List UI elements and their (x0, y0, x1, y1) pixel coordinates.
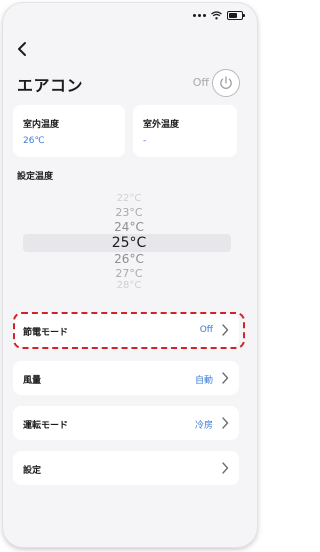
fan-speed-value: 自動 (194, 376, 213, 386)
chevron-left-icon (18, 42, 26, 56)
battery-icon (227, 10, 245, 20)
outdoor-temperature-card: 室外温度 - (133, 105, 237, 157)
operation-mode-row[interactable]: 運転モード 冷房 (13, 406, 239, 440)
fan-speed-label: 風量 (23, 376, 42, 386)
power-icon (220, 76, 232, 89)
indoor-temperature-value: 26℃ (23, 136, 45, 146)
chevron-right-icon (222, 462, 229, 474)
settings-label: 設定 (23, 466, 42, 476)
outdoor-temperature-label: 室外温度 (143, 120, 180, 130)
chevron-right-icon (222, 372, 229, 384)
setpoint-title: 設定温度 (17, 172, 54, 182)
page-title: エアコン (17, 76, 84, 95)
picker-option[interactable]: 28°C (3, 280, 255, 291)
eco-mode-value: Off (199, 325, 213, 335)
eco-mode-label: 節電モード (23, 328, 69, 338)
power-state-label: Off (192, 76, 209, 89)
picker-option[interactable]: 23°C (3, 206, 255, 219)
picker-option[interactable]: 24°C (3, 220, 255, 234)
wifi-icon (211, 10, 222, 19)
indoor-temperature-card: 室内温度 26℃ (13, 105, 125, 157)
outdoor-temperature-value: - (143, 136, 147, 146)
eco-mode-row[interactable]: 節電モード Off (13, 313, 239, 347)
operation-mode-label: 運転モード (23, 421, 69, 431)
picker-option-selected[interactable]: 25°C (3, 235, 255, 251)
app-screen: エアコン Off 室内温度 26℃ 室外温度 - 設定温度 22°C 23°C … (3, 3, 257, 547)
chevron-right-icon (222, 324, 229, 336)
indoor-temperature-label: 室内温度 (23, 120, 60, 130)
fan-speed-row[interactable]: 風量 自動 (13, 361, 239, 395)
picker-option[interactable]: 26°C (3, 252, 255, 266)
status-bar (193, 9, 245, 21)
signal-icon (193, 13, 206, 17)
picker-option[interactable]: 27°C (3, 267, 255, 280)
operation-mode-value: 冷房 (194, 421, 213, 431)
settings-row[interactable]: 設定 (13, 451, 239, 485)
back-button[interactable] (13, 39, 33, 59)
chevron-right-icon (222, 417, 229, 429)
power-button[interactable] (212, 69, 240, 97)
picker-option[interactable]: 22°C (3, 193, 255, 204)
